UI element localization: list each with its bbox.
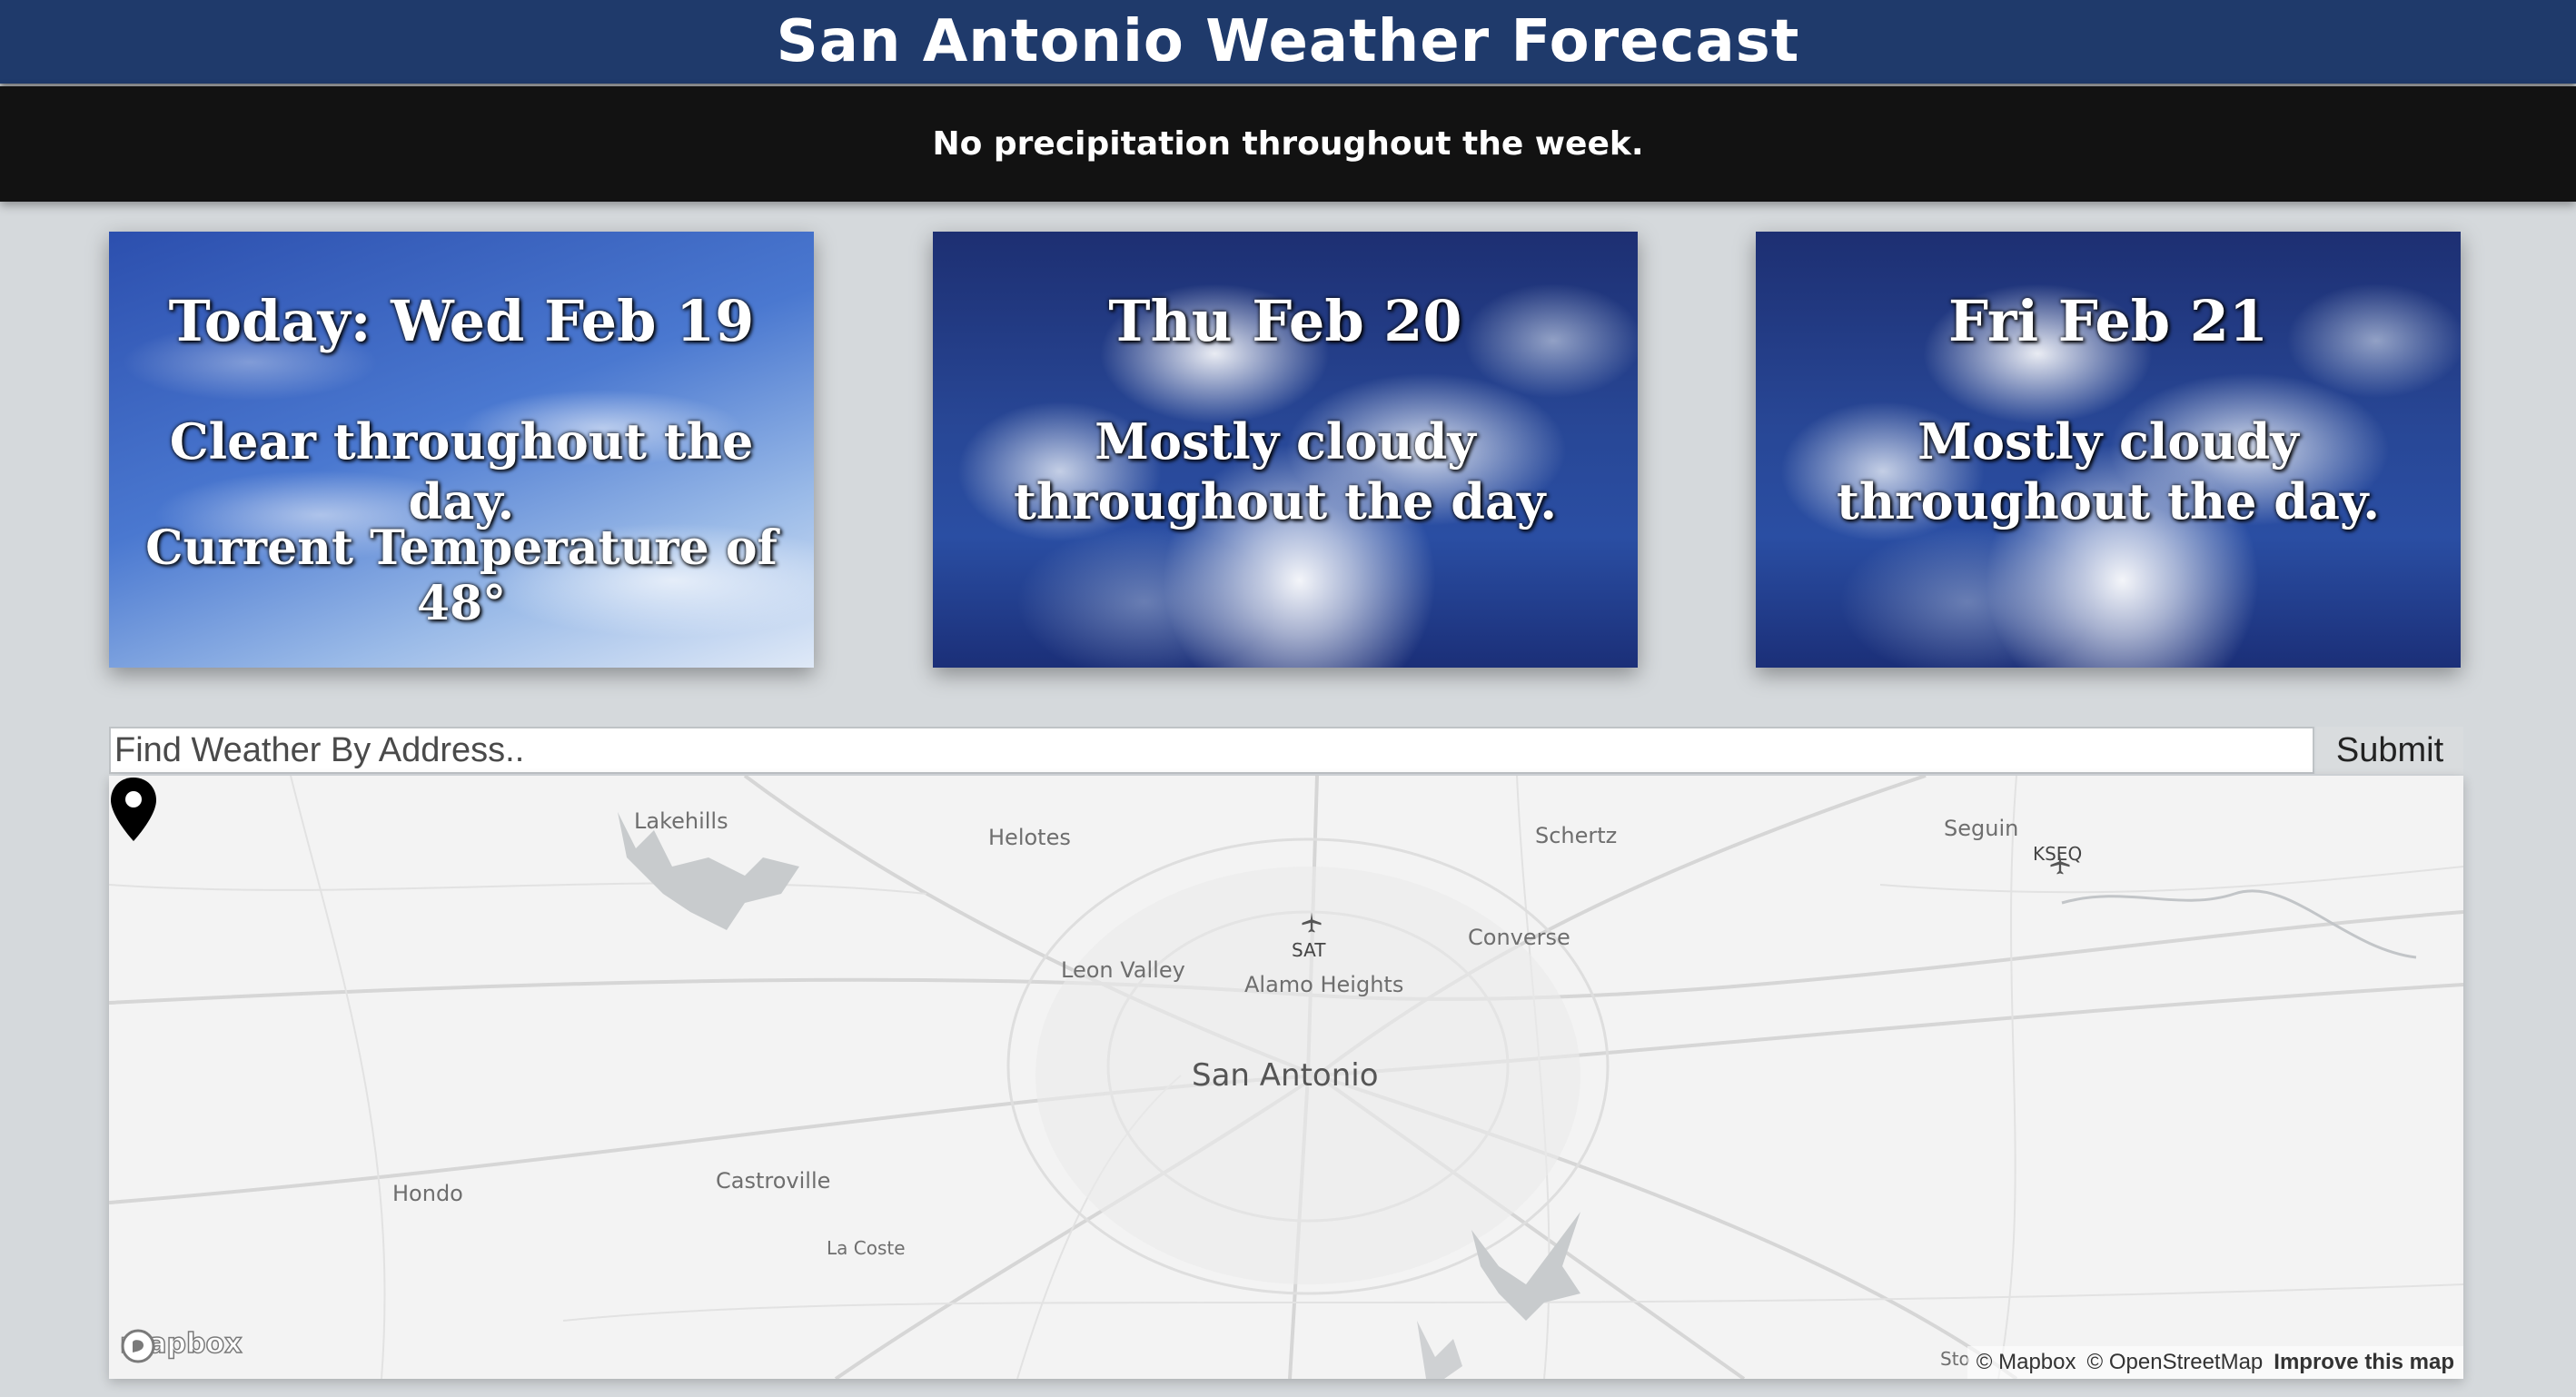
map-label-sto: Sto bbox=[1940, 1348, 1970, 1370]
forecast-card-description: Mostly cloudy throughout the day. bbox=[1013, 412, 1558, 530]
forecast-card-description: Mostly cloudy throughout the day. bbox=[1836, 412, 2381, 530]
mapbox-logo[interactable]: mapbox bbox=[119, 1327, 243, 1363]
submit-button[interactable]: Submit bbox=[2316, 727, 2463, 774]
location-pin-icon[interactable] bbox=[109, 776, 158, 843]
forecast-card-title: Today: Wed Feb 19 bbox=[168, 288, 755, 354]
map-attribution: © Mapbox © OpenStreetMap Improve this ma… bbox=[1967, 1346, 2463, 1379]
weekly-summary-bar: No precipitation throughout the week. bbox=[0, 86, 2576, 202]
forecast-card-today: Today: Wed Feb 19 Clear throughout the d… bbox=[109, 232, 814, 668]
page-header: San Antonio Weather Forecast bbox=[0, 0, 2576, 84]
map-label-schertz: Schertz bbox=[1535, 823, 1618, 848]
mapbox-attribution-link[interactable]: © Mapbox bbox=[1977, 1350, 2076, 1375]
forecast-card-fri: Fri Feb 21 Mostly cloudy throughout the … bbox=[1756, 232, 2461, 668]
map-label-la-coste: La Coste bbox=[827, 1237, 906, 1259]
forecast-card-thu: Thu Feb 20 Mostly cloudy throughout the … bbox=[933, 232, 1638, 668]
mapbox-icon bbox=[121, 1329, 155, 1363]
address-search-form: Submit bbox=[109, 727, 2463, 774]
airport-icon bbox=[1302, 912, 1322, 933]
map-label-helotes: Helotes bbox=[988, 825, 1071, 850]
forecast-card-temperature: Current Temperature of 48° bbox=[145, 520, 778, 631]
map-label-castroville: Castroville bbox=[716, 1168, 831, 1194]
forecast-card-description: Clear throughout the day. bbox=[169, 412, 754, 530]
map-label-hondo: Hondo bbox=[392, 1181, 463, 1206]
osm-attribution-link[interactable]: © OpenStreetMap bbox=[2087, 1350, 2264, 1375]
map-label-converse: Converse bbox=[1468, 925, 1570, 950]
map-label-lakehills: Lakehills bbox=[634, 808, 728, 834]
address-search-input[interactable] bbox=[109, 727, 2314, 774]
forecast-card-title: Fri Feb 21 bbox=[1947, 288, 2269, 354]
weekly-summary-text: No precipitation throughout the week. bbox=[932, 125, 1644, 163]
map-view[interactable]: Lakehills Helotes Schertz Seguin KSEQ SA… bbox=[109, 776, 2463, 1379]
map-label-alamo-heights: Alamo Heights bbox=[1244, 972, 1404, 997]
page-title: San Antonio Weather Forecast bbox=[776, 8, 1800, 75]
map-label-sat: SAT bbox=[1292, 939, 1326, 961]
map-label-leon-valley: Leon Valley bbox=[1061, 957, 1185, 983]
improve-map-link[interactable]: Improve this map bbox=[2274, 1350, 2454, 1375]
airport-icon bbox=[2050, 854, 2070, 875]
map-label-seguin: Seguin bbox=[1944, 816, 2019, 841]
map-label-san-antonio: San Antonio bbox=[1192, 1057, 1379, 1094]
forecast-card-title: Thu Feb 20 bbox=[1108, 288, 1462, 354]
